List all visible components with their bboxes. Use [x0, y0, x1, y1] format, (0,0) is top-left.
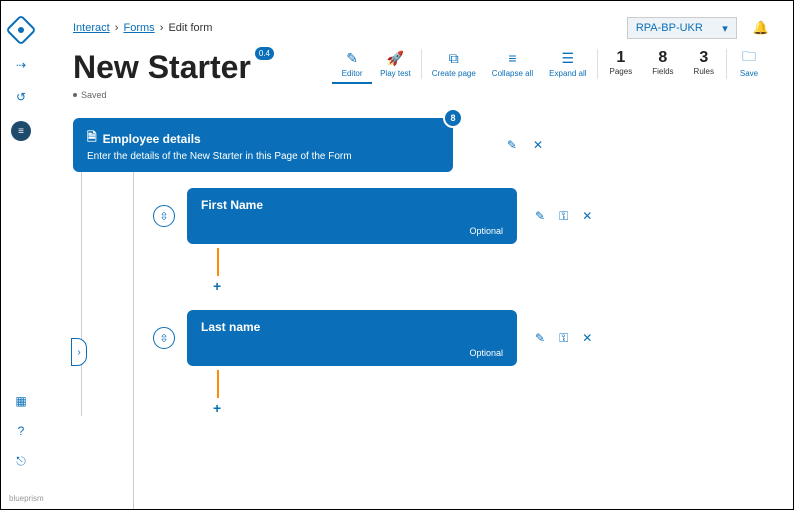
help-icon[interactable]: ? [13, 423, 29, 439]
field-line [133, 168, 134, 509]
folder-icon: 🗀 [742, 49, 756, 67]
version-badge: 0.4 [255, 47, 274, 60]
breadcrumb-current: Edit form [168, 22, 212, 34]
footer-brand: blueprism [9, 494, 44, 503]
edit-field-icon[interactable]: ✎ [535, 209, 545, 224]
document-icon: 🗎 [87, 128, 97, 149]
collapse-icon: ≡ [508, 49, 516, 67]
expand-all-button[interactable]: ☰ Expand all [541, 49, 594, 78]
field-card[interactable]: First Name Optional [187, 188, 517, 244]
environment-dropdown[interactable]: RPA-BP-UKR [627, 17, 737, 39]
drag-handle[interactable]: ⇳ [153, 327, 175, 349]
topbar-right: RPA-BP-UKR 🔔 [627, 17, 769, 39]
rocket-icon: 🚀 [387, 49, 404, 67]
key-icon[interactable]: ⚿ [559, 331, 568, 346]
breadcrumb-root[interactable]: Interact [73, 22, 110, 34]
add-field-button[interactable]: + [213, 278, 769, 294]
pencil-icon: ✎ [346, 49, 358, 67]
fields-count: 8 Fields [642, 49, 683, 76]
drag-handle[interactable]: ⇳ [153, 205, 175, 227]
notifications-icon[interactable]: 🔔 [753, 20, 769, 36]
playtest-tab[interactable]: 🚀 Play test [372, 49, 419, 78]
app-logo[interactable] [5, 14, 36, 45]
delete-field-icon[interactable]: ✕ [582, 331, 592, 346]
title-bar: New Starter 0.4 ✎ Editor 🚀 Play test ⧉ C… [73, 49, 769, 86]
page-plus-icon: ⧉ [449, 49, 459, 67]
key-icon[interactable]: ⚿ [559, 209, 568, 224]
saved-indicator: Saved [73, 90, 769, 100]
connector-line [217, 248, 219, 276]
form-canvas: › 8 🗎 Employee details Enter the details… [73, 118, 769, 416]
toolbar: ✎ Editor 🚀 Play test ⧉ Create page ≡ Col… [332, 49, 769, 84]
editor-tab[interactable]: ✎ Editor [332, 49, 372, 84]
edit-field-icon[interactable]: ✎ [535, 331, 545, 346]
collapse-all-button[interactable]: ≡ Collapse all [484, 49, 541, 78]
expand-icon: ☰ [562, 49, 575, 67]
page-card[interactable]: 8 🗎 Employee details Enter the details o… [73, 118, 453, 172]
page-actions: ✎ ✕ [507, 138, 543, 152]
add-field-button[interactable]: + [213, 400, 769, 416]
top-bar: Interact › Forms › Edit form RPA-BP-UKR … [73, 17, 769, 39]
apps-icon[interactable]: ▦ [13, 393, 29, 409]
delete-page-icon[interactable]: ✕ [533, 138, 543, 152]
nav-icon-2[interactable]: ↺ [13, 89, 29, 105]
field-actions: ✎ ⚿ ✕ [535, 209, 592, 224]
edit-page-icon[interactable]: ✎ [507, 138, 517, 152]
delete-field-icon[interactable]: ✕ [582, 209, 592, 224]
nav-active-icon[interactable]: ≡ [11, 121, 31, 141]
field-count-badge: 8 [443, 108, 463, 128]
nav-icon-1[interactable]: ⇢ [13, 57, 29, 73]
field-card[interactable]: Last name Optional [187, 310, 517, 366]
create-page-button[interactable]: ⧉ Create page [424, 49, 484, 78]
field-actions: ✎ ⚿ ✕ [535, 331, 592, 346]
field-row-1: ⇳ First Name Optional ✎ ⚿ ✕ [153, 188, 769, 244]
save-button[interactable]: 🗀 Save [729, 49, 769, 78]
expand-handle[interactable]: › [71, 338, 87, 366]
rules-count: 3 Rules [684, 49, 724, 76]
breadcrumb: Interact › Forms › Edit form [73, 22, 212, 34]
pages-count: 1 Pages [600, 49, 643, 76]
logout-icon[interactable]: ⎋ [13, 453, 29, 469]
main-content: Interact › Forms › Edit form RPA-BP-UKR … [41, 1, 793, 509]
breadcrumb-forms[interactable]: Forms [123, 22, 154, 34]
connector-line [217, 370, 219, 398]
sidebar-bottom: ▦ ? ⎋ [1, 393, 41, 469]
field-row-2: ⇳ Last name Optional ✎ ⚿ ✕ [153, 310, 769, 366]
page-title: New Starter [73, 49, 251, 86]
